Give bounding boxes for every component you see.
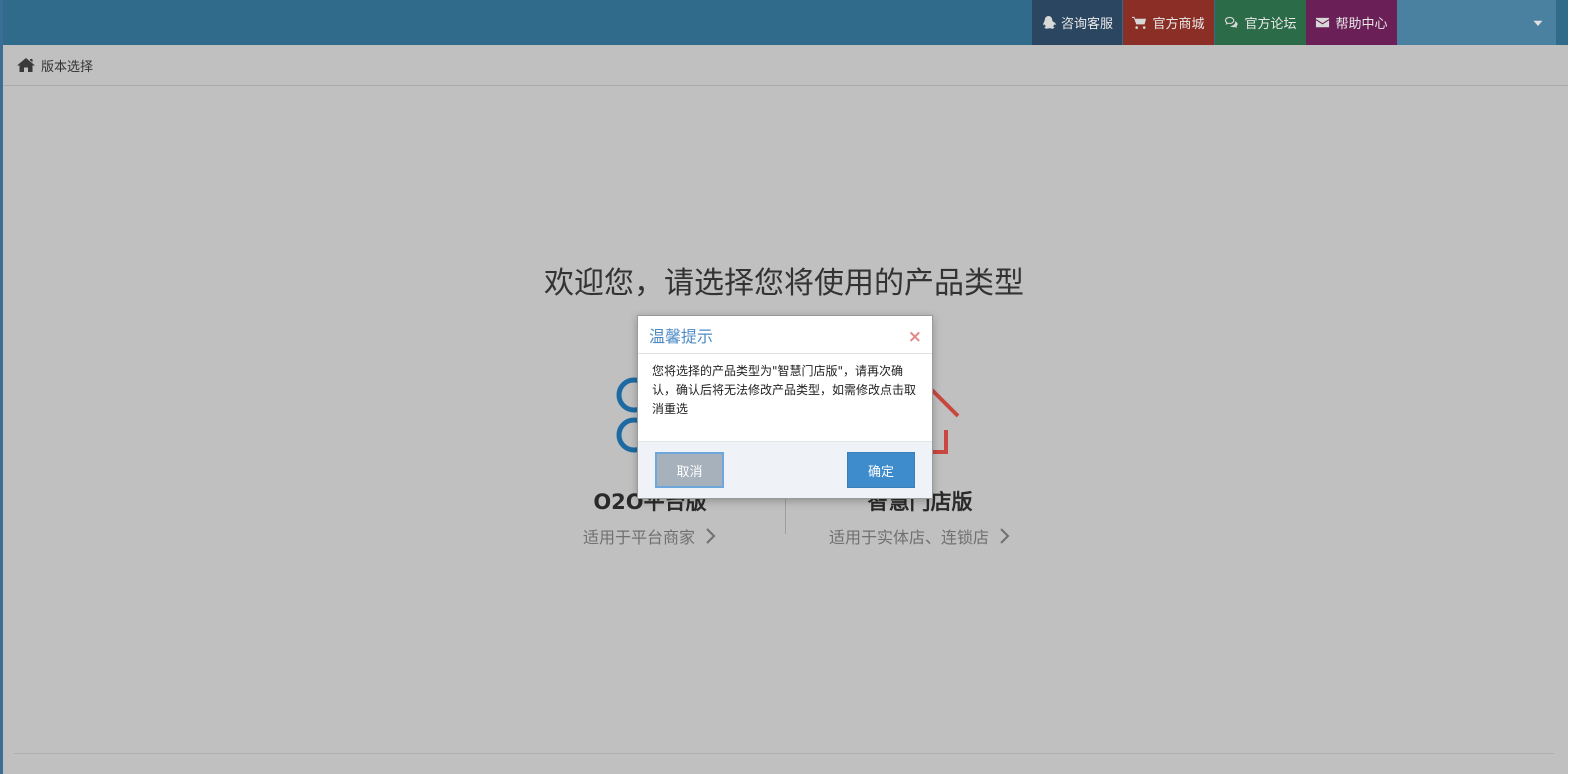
chevron-right-icon <box>706 528 716 544</box>
store-house-icon[interactable] <box>928 386 962 456</box>
consult-service-button[interactable]: 咨询客服 <box>1032 0 1122 45</box>
close-icon[interactable]: × <box>908 327 922 347</box>
shopping-cart-icon <box>1132 16 1147 29</box>
dialog-header: 温馨提示 × <box>638 316 932 354</box>
product-o2o-subtitle-text: 适用于平台商家 <box>582 528 695 547</box>
breadcrumb: 版本选择 <box>3 45 1568 86</box>
window-right-edge <box>1568 0 1587 774</box>
breadcrumb-label: 版本选择 <box>41 59 94 75</box>
welcome-title: 欢迎您，请选择您将使用的产品类型 <box>544 266 1024 301</box>
consult-service-label: 咨询客服 <box>1060 17 1113 32</box>
footer-divider <box>14 753 1554 754</box>
home-icon[interactable] <box>17 57 35 73</box>
qq-penguin-icon <box>1043 15 1056 29</box>
official-shop-button[interactable]: 官方商城 <box>1123 0 1214 45</box>
help-center-label: 帮助中心 <box>1335 17 1388 32</box>
official-forum-button[interactable]: 官方论坛 <box>1215 0 1306 45</box>
product-smart-store-subtitle-text: 适用于实体店、连锁店 <box>828 528 989 547</box>
official-forum-label: 官方论坛 <box>1244 17 1297 32</box>
dialog-title: 温馨提示 <box>649 326 714 346</box>
envelope-icon <box>1316 17 1330 28</box>
help-center-button[interactable]: 帮助中心 <box>1306 0 1397 45</box>
cancel-button[interactable]: 取消 <box>655 452 724 488</box>
confirm-button[interactable]: 确定 <box>847 452 915 488</box>
top-navbar: 咨询客服 官方商城 官方论坛 帮助中心 <box>3 0 1568 45</box>
confirm-dialog: 温馨提示 × 您将选择的产品类型为"智慧门店版"，请再次确认，确认后将无法修改产… <box>637 315 933 499</box>
official-shop-label: 官方商城 <box>1152 17 1205 32</box>
comments-icon <box>1225 16 1239 29</box>
window-left-edge <box>0 0 3 774</box>
dialog-message: 您将选择的产品类型为"智慧门店版"，请再次确认，确认后将无法修改产品类型，如需修… <box>652 364 917 416</box>
chevron-right-icon <box>1000 528 1010 544</box>
product-o2o-subtitle[interactable]: 适用于平台商家 <box>560 524 740 548</box>
dialog-footer: 取消 确定 <box>638 441 932 498</box>
caret-down-icon <box>1533 20 1543 26</box>
user-menu-dropdown[interactable] <box>1397 0 1556 45</box>
product-smart-store-subtitle[interactable]: 适用于实体店、连锁店 <box>805 524 1035 548</box>
